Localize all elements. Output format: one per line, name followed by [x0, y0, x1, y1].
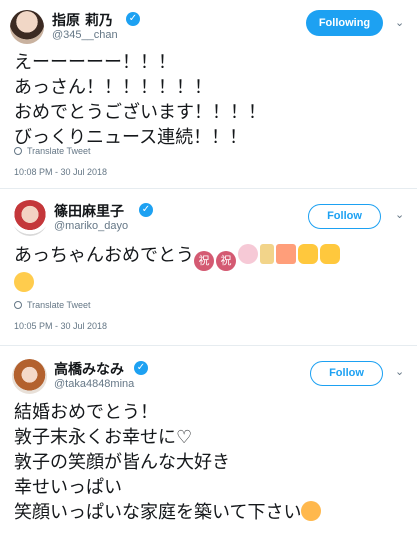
timestamp[interactable]: 10:08 PM - 30 Jul 2018: [14, 167, 107, 177]
tweet-line: 敦子末永くお幸せに♡: [14, 427, 193, 448]
verified-badge-icon: ✓: [139, 203, 153, 217]
iwai-emoji-icon: 祝: [216, 251, 236, 271]
smiling-face-emoji-icon: [14, 272, 34, 292]
translate-tweet-link[interactable]: Translate Tweet: [14, 300, 91, 310]
following-button[interactable]: Following: [306, 10, 383, 36]
champagne-emoji-icon: [260, 244, 274, 264]
globe-icon: [14, 301, 22, 309]
verified-badge-icon: ✓: [134, 361, 148, 375]
tweet-sashihara: 指原 莉乃 ✓ @345__chan Following ⌄ えーーーーー！！！…: [0, 0, 417, 185]
tweet-line: 幸せいっぱい: [14, 477, 122, 498]
divider: [0, 188, 417, 189]
avatar[interactable]: [10, 10, 44, 44]
follow-button[interactable]: Follow: [310, 361, 383, 386]
tweet-line: えーーーーー！！！: [14, 52, 176, 73]
handle[interactable]: @345__chan: [52, 29, 118, 41]
display-name[interactable]: 篠田麻里子: [54, 201, 124, 221]
thumbs-up-emoji-icon: [320, 244, 340, 264]
tweet-line: 敦子の笑顔が皆んな大好き: [14, 452, 230, 473]
handle[interactable]: @taka4848mina: [54, 378, 134, 390]
tweet-line: あっちゃんおめでとう祝祝: [14, 243, 342, 271]
chevron-down-icon[interactable]: ⌄: [395, 16, 404, 29]
tweet-shinoda: 篠田麻里子 ✓ @mariko_dayo Follow ⌄ あっちゃんおめでとう…: [0, 190, 417, 340]
display-name[interactable]: 高橋みなみ: [54, 359, 124, 379]
handle[interactable]: @mariko_dayo: [54, 220, 128, 232]
timestamp[interactable]: 10:05 PM - 30 Jul 2018: [14, 321, 107, 331]
avatar[interactable]: [12, 359, 47, 394]
display-name[interactable]: 指原 莉乃: [52, 10, 113, 30]
blushing-face-emoji-icon: [301, 501, 322, 521]
follow-button[interactable]: Follow: [308, 204, 381, 229]
tweet-line: 笑顔いっぱいな家庭を築いて下さい: [14, 500, 323, 525]
tweet-line: あっさん！！！！！！！: [14, 77, 212, 98]
tweet-text: 結婚おめでとう！ 敦子末永くお幸せに♡ 敦子の笑顔が皆んな大好き 幸せいっぱい …: [14, 400, 323, 525]
iwai-emoji-icon: 祝: [194, 251, 214, 271]
party-popper-emoji-icon: [276, 244, 296, 264]
chevron-down-icon[interactable]: ⌄: [395, 208, 404, 221]
tweet-line: おめでとうございます！！！！: [14, 102, 266, 123]
tweet-line: [14, 271, 342, 296]
verified-badge-icon: ✓: [126, 12, 140, 26]
translate-tweet-link[interactable]: Translate Tweet: [14, 146, 91, 156]
cherry-blossom-emoji-icon: [238, 244, 258, 264]
divider: [0, 345, 417, 346]
avatar[interactable]: [12, 200, 48, 236]
tweet-line: 結婚おめでとう！: [14, 402, 158, 423]
thumbs-up-emoji-icon: [298, 244, 318, 264]
tweet-takahashi: 高橋みなみ ✓ @taka4848mina Follow ⌄ 結婚おめでとう！ …: [0, 347, 417, 543]
tweet-text: あっちゃんおめでとう祝祝: [14, 243, 342, 296]
globe-icon: [14, 147, 22, 155]
chevron-down-icon[interactable]: ⌄: [395, 365, 404, 378]
tweet-text: えーーーーー！！！ あっさん！！！！！！！ おめでとうございます！！！！ びっく…: [14, 50, 266, 150]
